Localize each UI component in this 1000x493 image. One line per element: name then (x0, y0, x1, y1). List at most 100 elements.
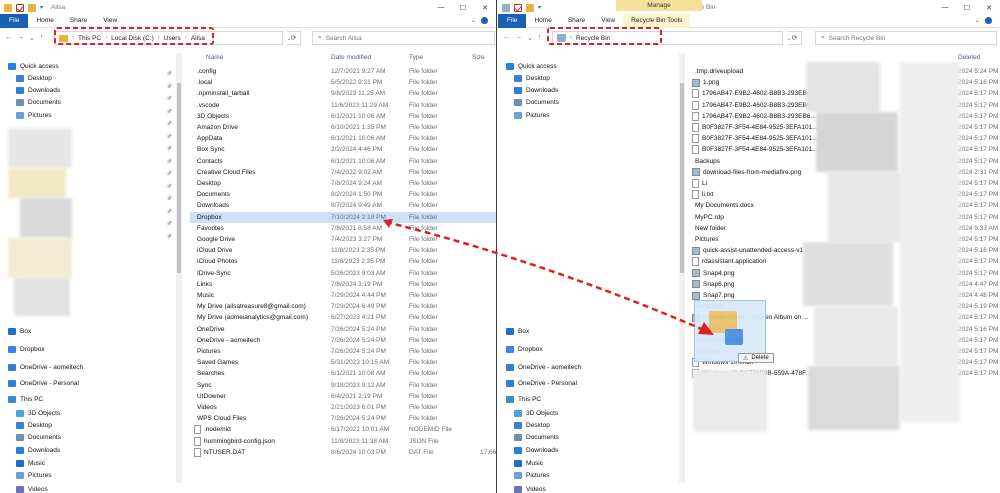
forward-button[interactable]: → (515, 34, 522, 42)
nav-item[interactable]: Downloads (16, 444, 60, 456)
nav-item[interactable]: Documents (16, 96, 61, 108)
file-row[interactable]: Creative Cloud Files 7/4/2022 9:02 AM File… (190, 167, 496, 178)
breadcrumb-users[interactable]: Users (164, 35, 181, 42)
recent-dropdown-icon[interactable]: ⌄ (29, 34, 35, 42)
nav-item[interactable]: Documents (514, 431, 559, 443)
refresh-button[interactable]: ⟳ (788, 31, 802, 45)
file-row[interactable]: .vscode 11/6/2023 11:29 AM File folder (190, 100, 496, 111)
file-row[interactable]: Sync 9/18/2023 9:12 AM File folder (190, 380, 496, 391)
address-bar[interactable]: › Recycle Bin (552, 31, 783, 45)
file-row[interactable]: WPS Cloud Files 7/26/2024 5:24 PM File fol… (190, 413, 496, 424)
breadcrumb-ailsa[interactable]: Ailsa (191, 35, 205, 42)
nav-item[interactable]: Box (506, 325, 529, 337)
expand-ribbon-icon[interactable]: ⌄ (471, 17, 476, 24)
file-row[interactable]: iCloud Photos 11/8/2023 2:35 PM File folde… (190, 256, 496, 267)
tab-view[interactable]: View (593, 14, 623, 28)
help-icon[interactable] (481, 17, 488, 24)
nav-item[interactable]: Downloads (16, 84, 60, 96)
file-row[interactable]: UIDowner 6/4/2021 2:19 PM File folder (190, 391, 496, 402)
column-deleted[interactable]: Deleted (958, 54, 980, 61)
tab-home[interactable]: Home (28, 14, 61, 28)
up-button[interactable]: ↑ (40, 34, 44, 42)
search-input[interactable] (325, 34, 494, 42)
file-row[interactable]: OneDrive 7/26/2024 5:24 PM File folder (190, 324, 496, 335)
new-folder-icon[interactable] (28, 3, 36, 12)
tab-recycle-bin-tools[interactable]: Recycle Bin Tools (623, 13, 691, 28)
nav-item[interactable]: This PC (506, 393, 541, 405)
file-row[interactable]: .local 5/5/2022 9:31 PM File folder (190, 77, 496, 88)
nav-item[interactable]: Pictures (514, 469, 549, 481)
nav-item[interactable]: OneDrive - Personal (8, 377, 79, 389)
nav-item[interactable]: OneDrive - Personal (506, 377, 577, 389)
nav-item[interactable]: Quick access (506, 60, 557, 72)
nav-item[interactable]: Videos (514, 483, 546, 493)
file-row[interactable]: My Drive (ailsatreasure8@gmail.com) 7/29/… (190, 301, 496, 312)
tab-share[interactable]: Share (560, 14, 593, 28)
file-row[interactable]: iCloud Drive 11/8/2023 2:35 PM File folder (190, 245, 496, 256)
maximize-button[interactable]: ☐ (956, 0, 978, 15)
expand-ribbon-icon[interactable]: ⌄ (975, 17, 980, 24)
nav-item[interactable]: Desktop (16, 419, 52, 431)
nav-item[interactable]: Dropbox (506, 343, 543, 355)
minimize-button[interactable]: — (934, 0, 956, 15)
close-button[interactable]: ✕ (474, 0, 496, 15)
nav-item[interactable]: Pictures (16, 109, 51, 121)
file-row[interactable]: Saved Games 5/31/2023 10:15 AM File folder (190, 357, 496, 368)
column-name[interactable]: Name (206, 54, 223, 61)
file-row[interactable]: 3D Objects 6/1/2021 10:06 AM File folder (190, 111, 496, 122)
file-row[interactable]: Amazon Drive 6/10/2021 1:35 PM File folder (190, 122, 496, 133)
properties-icon[interactable] (514, 3, 522, 12)
recent-dropdown-icon[interactable]: ⌄ (527, 34, 533, 42)
nav-item[interactable]: Downloads (514, 444, 558, 456)
file-row[interactable]: .nodemid 6/17/2021 10:01 AM NODEMID File (190, 424, 496, 435)
maximize-button[interactable]: ☐ (452, 0, 474, 15)
file-row[interactable]: My Drive (aomeianalytics@gmail.com) 6/27/… (190, 312, 496, 323)
column-date-modified[interactable]: Date modified (331, 54, 371, 61)
breadcrumb-local-disk[interactable]: Local Disk (C:) (111, 35, 154, 42)
file-row[interactable]: Contacts 6/1/2021 10:06 AM File folder (190, 156, 496, 167)
nav-item[interactable]: Desktop (16, 72, 52, 84)
file-row[interactable]: Desktop 7/8/2024 9:24 AM File folder (190, 178, 496, 189)
file-row[interactable]: Downloads 8/7/2024 9:49 AM File folder (190, 200, 496, 211)
file-row[interactable]: OneDrive - aomeitech 7/26/2024 5:24 PM Fil… (190, 335, 496, 346)
nav-item[interactable]: Pictures (16, 469, 51, 481)
file-row[interactable]: NTUSER.DAT 8/6/2024 10:03 PM DAT File 17,66… (190, 447, 496, 458)
nav-item[interactable]: Dropbox (8, 343, 45, 355)
tab-file[interactable]: File (0, 13, 29, 28)
search-box[interactable]: ⌕ (312, 31, 495, 45)
nav-item[interactable]: 3D Objects (514, 407, 558, 419)
nav-item[interactable]: Downloads (514, 84, 558, 96)
chevron-down-icon[interactable]: ▾ (40, 4, 43, 12)
up-button[interactable]: ↑ (538, 34, 542, 42)
file-row[interactable]: .npminstall_tarball 9/8/2023 11:25 AM File… (190, 88, 496, 99)
file-row[interactable]: Favorites 7/8/2021 8:58 AM File folder (190, 223, 496, 234)
refresh-button[interactable]: ⟳ (287, 31, 301, 45)
file-row[interactable]: IDrive-Sync 5/26/2023 9:03 AM File folder (190, 268, 496, 279)
nav-item[interactable]: Music (16, 457, 45, 469)
new-folder-icon[interactable] (526, 3, 534, 12)
file-row[interactable]: Documents 8/2/2024 1:50 PM File folder (190, 189, 496, 200)
file-row[interactable]: Music 7/29/2024 4:44 PM File folder (190, 290, 496, 301)
search-box[interactable]: ⌕ (815, 31, 997, 45)
address-bar[interactable]: › This PC › Local Disk (C:) › Users › Ai… (54, 31, 283, 45)
breadcrumb-this-pc[interactable]: This PC (78, 35, 101, 42)
nav-item[interactable]: Box (8, 325, 31, 337)
nav-item[interactable]: Desktop (514, 419, 550, 431)
tab-share[interactable]: Share (62, 14, 95, 28)
tab-view[interactable]: View (95, 14, 125, 28)
file-row[interactable]: Google Drive 7/4/2023 3:27 PM File folder (190, 234, 496, 245)
tab-file[interactable]: File (498, 13, 527, 28)
file-row[interactable]: hummingbird-config.json 11/8/2023 11:38 A… (190, 436, 496, 447)
breadcrumb-recycle-bin[interactable]: Recycle Bin (576, 35, 610, 42)
properties-icon[interactable] (16, 3, 24, 12)
file-row[interactable]: Videos 2/21/2023 6:01 PM File folder (190, 402, 496, 413)
nav-item[interactable]: OneDrive - aomeitech (506, 361, 581, 373)
nav-item[interactable]: 3D Objects (16, 407, 60, 419)
nav-scrollbar[interactable] (176, 53, 182, 483)
file-row[interactable]: .config 12/7/2021 9:27 AM File folder (190, 66, 496, 77)
nav-item[interactable]: Videos (16, 483, 48, 493)
nav-item[interactable]: OneDrive - aomeitech (8, 361, 83, 373)
back-button[interactable]: ← (503, 34, 510, 42)
nav-scrollbar[interactable] (679, 53, 685, 483)
nav-item[interactable]: Documents (16, 431, 61, 443)
